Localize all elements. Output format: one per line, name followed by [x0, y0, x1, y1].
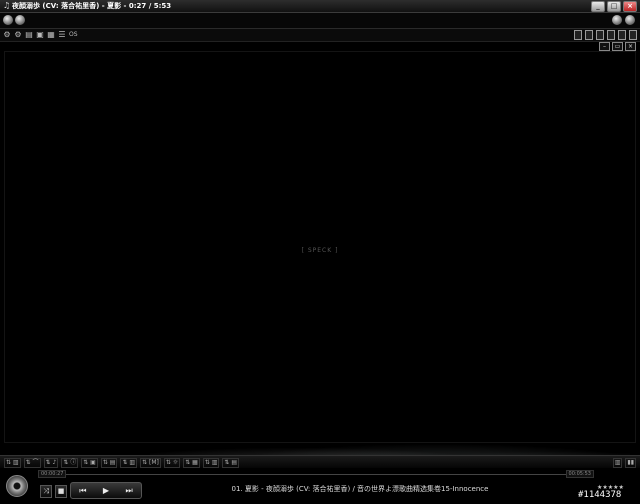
- video-area[interactable]: [ SPECK ]: [4, 51, 636, 443]
- audio-icon[interactable]: ⇅ ▥: [4, 458, 21, 468]
- playlist-icon[interactable]: [629, 30, 637, 40]
- play-icon[interactable]: ▶: [103, 486, 109, 495]
- minimize-button[interactable]: _: [591, 1, 605, 12]
- grid-icon[interactable]: ⇅ ▦: [183, 458, 200, 468]
- stop-button[interactable]: ■: [55, 485, 67, 498]
- settings-icon[interactable]: ⚙: [14, 30, 22, 39]
- playlist-icon[interactable]: [618, 30, 626, 40]
- playlist-icon[interactable]: [585, 30, 593, 40]
- disc-icon[interactable]: [6, 475, 28, 497]
- sync-icon[interactable]: ⇅ ♪: [43, 458, 59, 468]
- next-icon[interactable]: ⏭: [126, 486, 133, 496]
- window-title: 夜顔溺歩 (CV: 落合祐里香) - 夏影 - 0:27 / 5:53: [12, 2, 172, 10]
- menu-orb-icon[interactable]: [15, 15, 25, 25]
- skin-orb-icon[interactable]: [612, 15, 622, 25]
- title-bar: ♫ 夜顔溺歩 (CV: 落合祐里香) - 夏影 - 0:27 / 5:53 _ …: [0, 0, 640, 13]
- playlist-icon[interactable]: [596, 30, 604, 40]
- skin-orb-icon[interactable]: [625, 15, 635, 25]
- bracket-icon[interactable]: ⇅ [M]: [140, 458, 161, 468]
- list-icon[interactable]: ☰: [58, 30, 66, 39]
- folder-icon[interactable]: ▤: [25, 30, 33, 39]
- menu-bar: [0, 13, 640, 29]
- equalizer-icon[interactable]: ▥: [612, 458, 623, 468]
- seek-bar[interactable]: 00:00:27 00:05:53: [34, 470, 594, 478]
- speed-icon[interactable]: ⇅ ⌒: [23, 458, 41, 468]
- gear-icon[interactable]: ⚙: [3, 30, 11, 39]
- maximize-button[interactable]: □: [607, 1, 621, 12]
- view-close-button[interactable]: ×: [625, 42, 636, 51]
- film-icon[interactable]: ⇅ ▤: [222, 458, 240, 468]
- elapsed-time: 00:00:27: [38, 470, 67, 478]
- subtitle-icon[interactable]: ⇅ ▤: [100, 458, 118, 468]
- bars-icon[interactable]: ⇅ ▥: [202, 458, 220, 468]
- previous-icon[interactable]: ⏮: [79, 486, 86, 496]
- volume-icon[interactable]: ▮▮: [625, 458, 636, 468]
- capture-icon[interactable]: ▣: [36, 30, 44, 39]
- player-bar: 00:00:27 00:05:53 ⤨ ■ ⏮ ▶ ⏭ 01. 夏影 - 夜顔溺…: [0, 468, 640, 504]
- view-restore-button[interactable]: ▭: [612, 42, 623, 51]
- osd-button[interactable]: OS: [69, 30, 78, 39]
- shuffle-button[interactable]: ⤨: [40, 485, 52, 498]
- grid-icon[interactable]: ▦: [47, 30, 55, 39]
- toolbar: ⚙ ⚙ ▤ ▣ ▦ ☰ OS: [0, 29, 640, 42]
- now-playing-title: 01. 夏影 - 夜顔溺歩 (CV: 落合祐里香) / 音の世界よ漂歌曲精选集卷…: [231, 485, 489, 493]
- control-strip: ⇅ ▥ ⇅ ⌒ ⇅ ♪ ⇅ ⓘ ⇅ ▣ ⇅ ▤ ⇅ ▥ ⇅ [M] ⇅ ☼ ⇅ …: [0, 455, 640, 468]
- menu-orb-icon[interactable]: [3, 15, 13, 25]
- aspect-icon[interactable]: ⇅ ▣: [81, 458, 98, 468]
- info-icon[interactable]: ⇅ ⓘ: [61, 458, 79, 468]
- video-placeholder: [ SPECK ]: [301, 247, 339, 254]
- close-button[interactable]: ×: [623, 1, 637, 12]
- playlist-icon[interactable]: [574, 30, 582, 40]
- remaining-time: 00:05:53: [565, 470, 594, 478]
- playlist-icon[interactable]: [607, 30, 615, 40]
- transport-controls: ⏮ ▶ ⏭: [70, 482, 142, 499]
- watermark: #1144378: [578, 490, 622, 500]
- seek-track[interactable]: [38, 474, 594, 475]
- brightness-icon[interactable]: ⇅ ☼: [163, 458, 181, 468]
- view-minimize-button[interactable]: –: [599, 42, 610, 51]
- app-icon: ♫: [3, 1, 11, 10]
- zoom-icon[interactable]: ⇅ ▥: [120, 458, 138, 468]
